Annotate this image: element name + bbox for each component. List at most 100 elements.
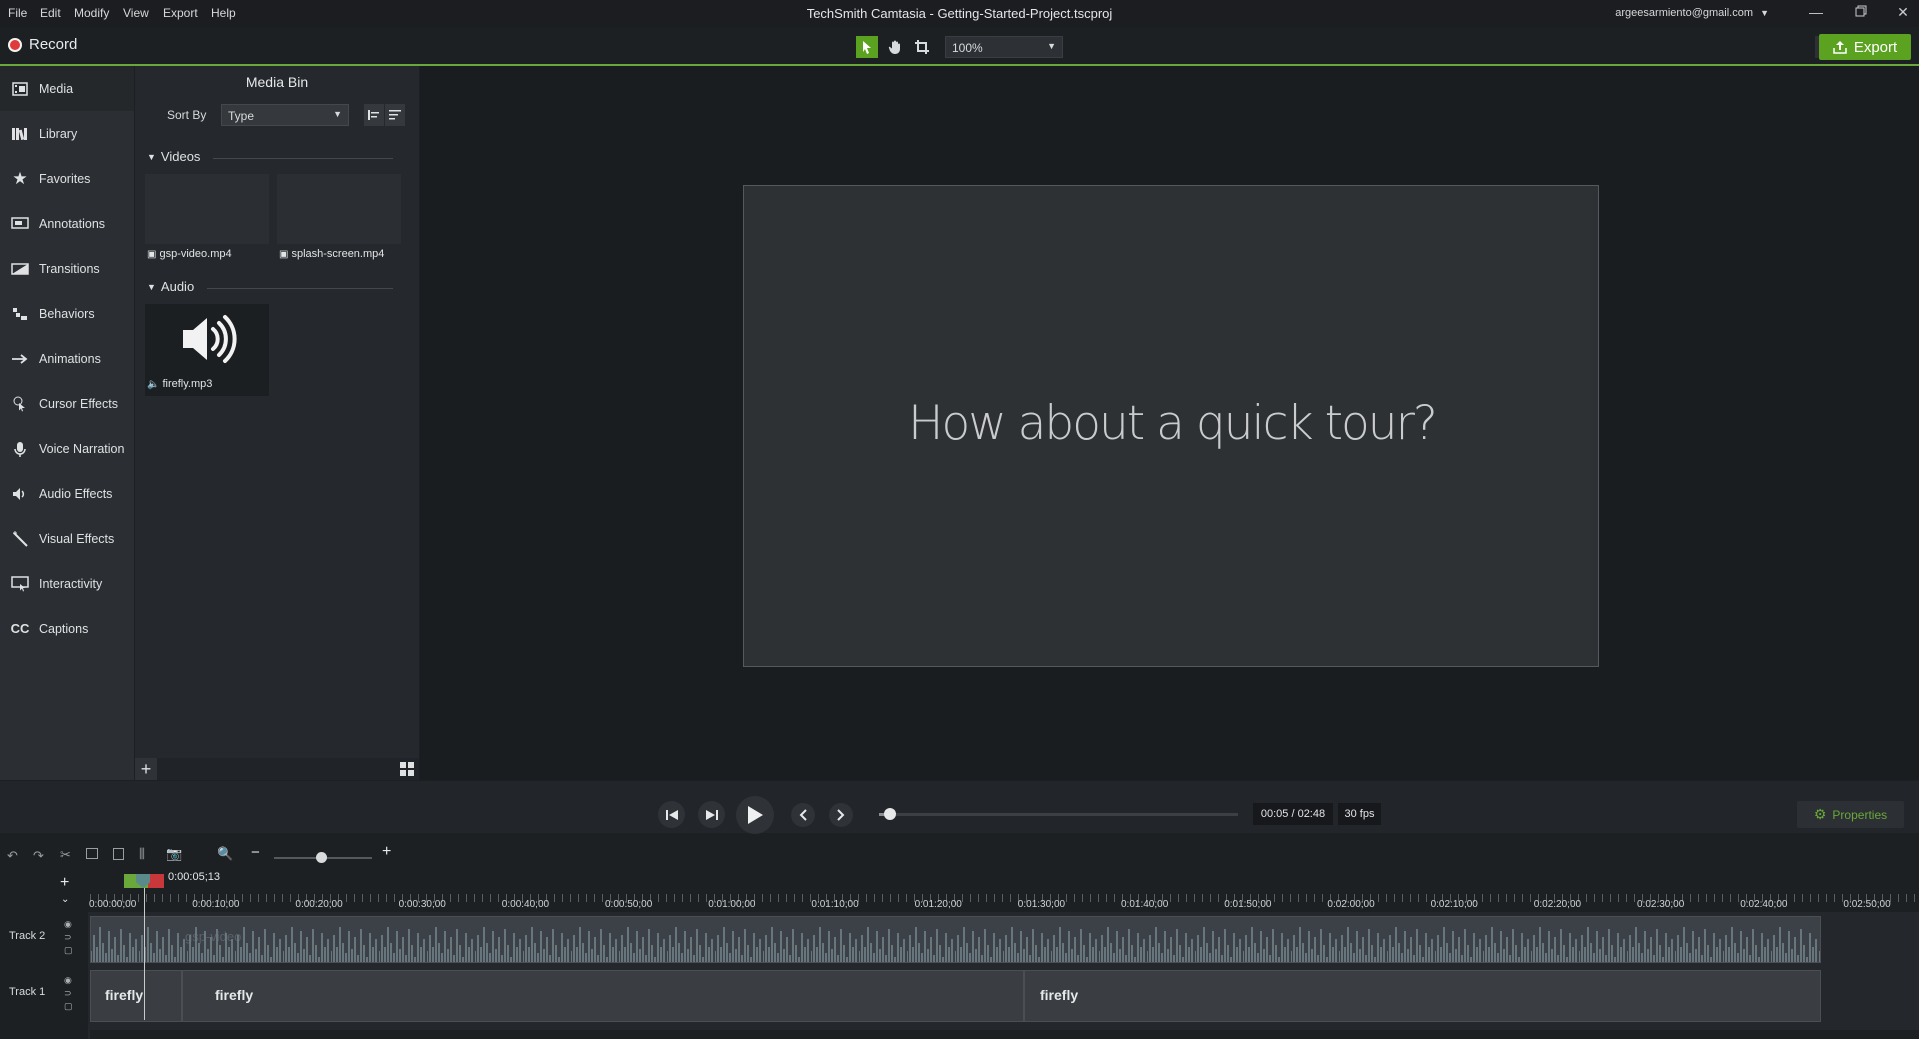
eye-icon[interactable]: ◉ (64, 918, 78, 931)
track-2-clip[interactable]: gsp-video (90, 916, 1821, 963)
sidebar-item-transitions[interactable]: Transitions (0, 246, 134, 291)
ruler-time-label: 0:01:20;00 (914, 899, 962, 910)
sidebar-item-annotations[interactable]: Annotations (0, 201, 134, 246)
clip-label: firefly (1040, 987, 1079, 1003)
ruler-time-label: 0:02:40;00 (1740, 899, 1788, 910)
media-item-label: ▣ gsp-video.mp4 (147, 248, 232, 260)
lock-icon[interactable]: ▢ (64, 944, 78, 957)
split-icon[interactable]: ⫼ (139, 846, 145, 862)
redo-icon[interactable]: ↷ (33, 848, 44, 864)
ruler-time-label: 0:02:00;00 (1327, 899, 1375, 910)
gear-icon: ⚙ (1813, 806, 1827, 822)
ruler-time-label: 0:01:40;00 (1121, 899, 1169, 910)
eye-icon[interactable]: ◉ (64, 974, 78, 987)
sidebar-item-interactivity[interactable]: Interactivity (0, 561, 134, 606)
export-button[interactable]: Export (1819, 34, 1911, 60)
restore-button[interactable] (1846, 4, 1876, 24)
chevron-down-icon: ▼ (1760, 8, 1769, 18)
record-button[interactable]: Record (8, 36, 77, 53)
sort-order-button[interactable] (385, 104, 405, 126)
sidebar-item-cursor-effects[interactable]: Cursor Effects (0, 381, 134, 426)
animation-arrow-icon (9, 353, 31, 365)
crop-tool-button[interactable] (911, 36, 933, 58)
link-icon[interactable]: ⊃ (64, 987, 78, 1000)
sidebar-item-visual-effects[interactable]: Visual Effects (0, 516, 134, 561)
media-thumbnail-gsp-video[interactable] (145, 174, 269, 244)
cut-icon[interactable]: ✂ (60, 847, 71, 863)
track-2-controls[interactable]: ◉ ⊃ ▢ (64, 918, 78, 957)
ruler-time-label: 0:02:10;00 (1430, 899, 1478, 910)
zoom-in-button[interactable]: + (382, 843, 391, 861)
grid-view-button[interactable] (397, 760, 417, 778)
track-1-clip[interactable]: firefly (90, 970, 182, 1022)
add-track-button[interactable]: + (60, 874, 69, 892)
videos-section-header[interactable]: ▼ Videos (147, 149, 200, 164)
cursor-icon (9, 396, 31, 412)
main-toolbar: Record 100% ▼ Export (0, 27, 1919, 66)
sidebar-item-label: Media (39, 81, 74, 96)
track-1-clip[interactable]: firefly (1024, 970, 1821, 1022)
play-button[interactable] (736, 796, 774, 834)
timeline-zoom-slider[interactable] (274, 852, 372, 863)
undo-icon[interactable]: ↶ (7, 848, 18, 864)
track-1-controls[interactable]: ◉ ⊃ ▢ (64, 974, 78, 1013)
add-media-button[interactable]: + (135, 758, 157, 780)
sidebar-item-behaviors[interactable]: Behaviors (0, 291, 134, 336)
sidebar-item-favorites[interactable]: ★ Favorites (0, 156, 134, 201)
track-1-clip[interactable]: firefly (182, 970, 1024, 1022)
pointer-icon (863, 41, 871, 54)
sidebar-item-library[interactable]: Library (0, 111, 134, 156)
chevron-down-icon[interactable]: ⌄ (61, 894, 69, 905)
media-bin-footer: + (135, 758, 419, 780)
minimize-button[interactable]: — (1801, 4, 1831, 24)
zoom-out-button[interactable]: − (251, 844, 260, 861)
copy-icon[interactable] (86, 848, 98, 859)
sidebar-item-voice-narration[interactable]: Voice Narration (0, 426, 134, 471)
camera-icon[interactable]: 📷 (166, 846, 182, 862)
properties-button[interactable]: ⚙ Properties (1797, 801, 1904, 828)
sidebar-item-captions[interactable]: CC Captions (0, 606, 134, 651)
zoom-select[interactable]: 100% ▼ (945, 36, 1063, 58)
timeline-horizontal-scrollbar[interactable] (90, 1030, 1919, 1039)
speaker-icon (183, 315, 237, 363)
playback-scrubber-track[interactable] (879, 808, 1238, 820)
zoom-slider-handle[interactable] (316, 852, 327, 863)
audio-section-header[interactable]: ▼ Audio (147, 279, 194, 294)
select-tool-button[interactable] (856, 36, 878, 58)
sort-by-value: Type (228, 109, 255, 123)
step-forward-button[interactable] (698, 801, 725, 828)
sidebar-item-audio-effects[interactable]: Audio Effects (0, 471, 134, 516)
sort-by-select[interactable]: Type ▼ (221, 104, 349, 126)
media-item-label: ▣ splash-screen.mp4 (279, 248, 384, 260)
account-menu[interactable]: argeesarmiento@gmail.com ▼ (1615, 7, 1769, 19)
close-button[interactable]: ✕ (1888, 4, 1918, 24)
panel-title: Media Bin (245, 74, 309, 90)
next-clip-button[interactable] (829, 803, 853, 827)
sidebar-item-animations[interactable]: Animations (0, 336, 134, 381)
paste-icon[interactable] (113, 848, 124, 860)
link-icon[interactable]: ⊃ (64, 931, 78, 944)
playhead-time: 0:00:05;13 (168, 871, 220, 883)
playback-scrubber-handle[interactable] (883, 808, 896, 820)
pan-tool-button[interactable] (884, 36, 906, 58)
magnifier-icon[interactable]: 🔍 (217, 846, 233, 862)
file-name: firefly.mp3 (162, 378, 213, 390)
video-file-icon: ▣ (147, 248, 157, 260)
file-name: gsp-video.mp4 (159, 248, 232, 260)
lock-icon[interactable]: ▢ (64, 1000, 78, 1013)
sidebar-item-media[interactable]: Media (0, 66, 134, 111)
ruler-time-label: 0:00:40;00 (501, 899, 550, 910)
share-icon (1833, 41, 1847, 54)
preview-canvas[interactable]: How about a quick tour? (743, 185, 1599, 667)
clip-label: firefly (105, 987, 144, 1003)
transition-icon (9, 262, 31, 276)
step-back-button[interactable] (658, 801, 685, 828)
details-view-button[interactable] (364, 104, 384, 126)
ruler-time-label: 0:00:50;00 (605, 899, 653, 910)
chevron-left-icon (799, 809, 807, 821)
ruler-time-label: 0:00:10;00 (192, 899, 240, 910)
media-thumbnail-firefly[interactable]: 🔈 firefly.mp3 (145, 304, 269, 396)
previous-clip-button[interactable] (791, 803, 815, 827)
triangle-down-icon: ▼ (147, 281, 156, 292)
media-thumbnail-splash-screen[interactable] (277, 174, 401, 244)
